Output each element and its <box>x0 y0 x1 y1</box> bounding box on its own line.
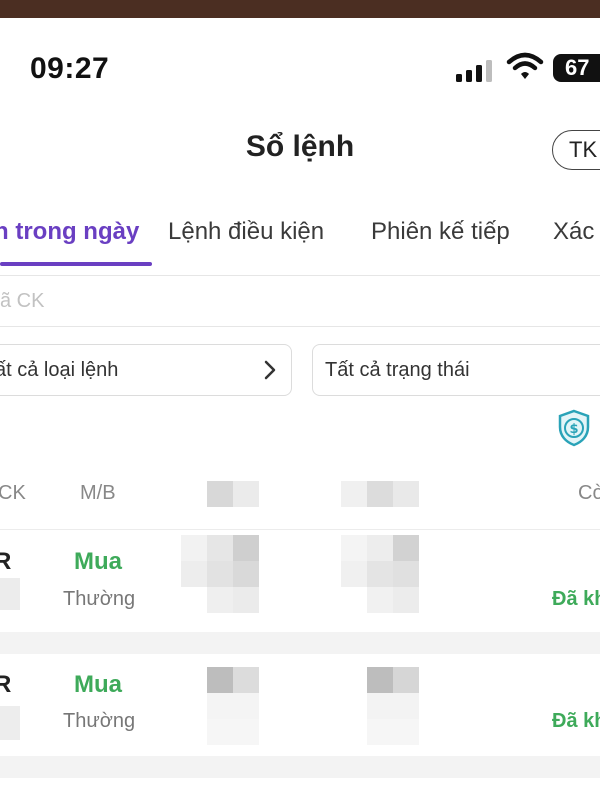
row-symbol: R <box>0 671 12 698</box>
row-side: Mua <box>74 671 122 698</box>
row-separator <box>0 756 600 778</box>
status-filter-label: Tất cả trạng thái <box>325 359 470 381</box>
shield-dollar-icon[interactable]: $ <box>557 409 591 447</box>
order-type-filter[interactable]: ất cả loại lệnh <box>0 344 292 396</box>
status-time: 09:27 <box>30 52 110 85</box>
battery-indicator: 67 <box>553 54 600 82</box>
column-header-symbol: CK <box>0 482 26 504</box>
tab-conditional-orders[interactable]: Lệnh điều kiện <box>168 218 324 246</box>
row-order-type: Thường <box>63 710 136 732</box>
row-separator <box>0 632 600 654</box>
tab-confirm[interactable]: Xác <box>553 218 594 246</box>
phone-screen: 09:27 67 Sổ lệnh TK n trong ngày Lệnh đi… <box>0 18 600 800</box>
column-header-remaining: Cò <box>578 482 600 504</box>
tab-intraday-orders[interactable]: n trong ngày <box>0 218 139 246</box>
chevron-right-icon <box>264 360 276 380</box>
status-filter[interactable]: Tất cả trạng thái <box>312 344 600 396</box>
column-header-side: M/B <box>80 482 116 504</box>
row-side: Mua <box>74 548 122 575</box>
divider <box>0 326 600 327</box>
divider <box>0 529 600 530</box>
row-symbol: R <box>0 548 12 575</box>
symbol-search-input[interactable] <box>0 276 600 326</box>
tab-next-session[interactable]: Phiên kế tiếp <box>371 218 510 246</box>
background-surface <box>0 0 600 18</box>
wifi-icon <box>506 52 544 79</box>
active-tab-indicator <box>0 262 152 266</box>
row-status: Đã kh <box>552 588 600 610</box>
account-button[interactable]: TK <box>552 130 600 170</box>
order-tabs: n trong ngày Lệnh điều kiện Phiên kế tiế… <box>0 204 600 270</box>
row-order-type: Thường <box>63 588 136 610</box>
svg-text:$: $ <box>569 422 578 437</box>
order-type-filter-label: ất cả loại lệnh <box>0 359 119 381</box>
row-status: Đã kh <box>552 710 600 732</box>
page-title: Sổ lệnh <box>245 130 355 163</box>
cellular-signal-icon <box>456 60 494 82</box>
